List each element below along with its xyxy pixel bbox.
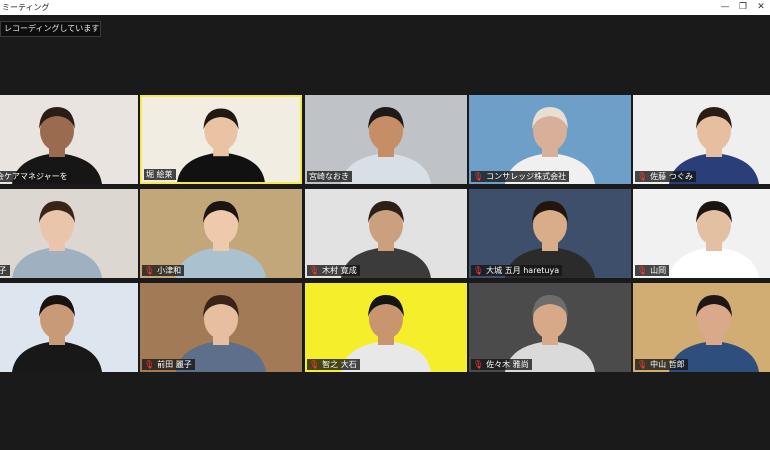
participant-name: 前田 麗子: [157, 360, 192, 369]
muted-mic-icon: 🎙: [309, 360, 320, 369]
participant-name: よく会ケアマネジャーを: [0, 172, 68, 181]
muted-mic-icon: 🎙: [637, 360, 648, 369]
participant-name: 山岡: [650, 266, 667, 275]
participant-name: 佐々木 雅尚: [486, 360, 529, 369]
participant-video: [0, 189, 138, 278]
participant-name: 智之 大石: [322, 360, 357, 369]
participant-name-tag: 🎙 大城 五月 haretuya: [471, 265, 563, 276]
participant-tile[interactable]: 🎙正樹: [0, 283, 138, 372]
participant-tile[interactable]: 🎙 中山 哲郎: [633, 283, 770, 372]
participant-name-tag: 🎙 小津和: [142, 265, 185, 276]
participant-tile[interactable]: 🎙堀 絵莱: [140, 95, 302, 184]
participant-name-tag: 🎙よく会ケアマネジャーを: [0, 171, 71, 182]
participant-name-tag: 🎙 木村 寛成: [307, 265, 360, 276]
participant-name: 中山 哲郎: [650, 360, 685, 369]
participant-tile[interactable]: 🎙 小津和: [140, 189, 302, 278]
participant-name-tag: 🎙宮崎なおき: [307, 171, 352, 182]
participant-name: 小津和: [157, 266, 182, 275]
participant-name: 宮崎なおき: [309, 172, 349, 181]
participant-name: 佐藤 つぐみ: [650, 172, 693, 181]
participant-name-tag: 🎙 佐々木 雅尚: [471, 359, 532, 370]
muted-mic-icon: 🎙: [637, 172, 648, 181]
participant-name-tag: 🎙 コンサレッジ株式会社: [471, 171, 570, 182]
participant-name-tag: 🎙 智之 大石: [307, 359, 360, 370]
participant-video: [0, 283, 138, 372]
participant-name: 木村 寛成: [322, 266, 357, 275]
participant-tile[interactable]: 🎙 佐々木 雅尚: [469, 283, 631, 372]
participant-name: コンサレッジ株式会社: [486, 172, 567, 181]
participant-tile[interactable]: 🎙宮崎なおき: [305, 95, 467, 184]
participant-name-tag: 🎙堀 絵莱: [144, 169, 176, 180]
participant-tile[interactable]: 🎙藤 蓮子: [0, 189, 138, 278]
participant-name-tag: 🎙 山岡: [635, 265, 670, 276]
participant-tile[interactable]: 🎙よく会ケアマネジャーを: [0, 95, 138, 184]
participant-name-tag: 🎙 中山 哲郎: [635, 359, 688, 370]
participant-tile[interactable]: 🎙 コンサレッジ株式会社: [469, 95, 631, 184]
participant-tile[interactable]: 🎙 佐藤 つぐみ: [633, 95, 770, 184]
participant-tile[interactable]: 🎙 大城 五月 haretuya: [469, 189, 631, 278]
participant-tile[interactable]: 🎙 前田 麗子: [140, 283, 302, 372]
participant-name-tag: 🎙 前田 麗子: [142, 359, 195, 370]
muted-mic-icon: 🎙: [473, 360, 484, 369]
muted-mic-icon: 🎙: [637, 266, 648, 275]
muted-mic-icon: 🎙: [473, 266, 484, 275]
participant-tile[interactable]: 🎙 木村 寛成: [305, 189, 467, 278]
gallery-grid: 🎙よく会ケアマネジャーを🎙堀 絵莱🎙宮崎なおき🎙コンサレッジ株式会社🎙佐藤 つぐ…: [0, 0, 770, 450]
muted-mic-icon: 🎙: [473, 172, 484, 181]
participant-tile[interactable]: 🎙 山岡: [633, 189, 770, 278]
participant-tile[interactable]: 🎙 智之 大石: [305, 283, 467, 372]
participant-name-tag: 🎙藤 蓮子: [0, 265, 10, 276]
muted-mic-icon: 🎙: [144, 266, 155, 275]
participant-name: 大城 五月 haretuya: [486, 266, 560, 275]
participant-name-tag: 🎙 佐藤 つぐみ: [635, 171, 696, 182]
participant-name: 藤 蓮子: [0, 266, 7, 275]
participant-name: 堀 絵莱: [146, 170, 173, 179]
muted-mic-icon: 🎙: [144, 360, 155, 369]
muted-mic-icon: 🎙: [309, 266, 320, 275]
